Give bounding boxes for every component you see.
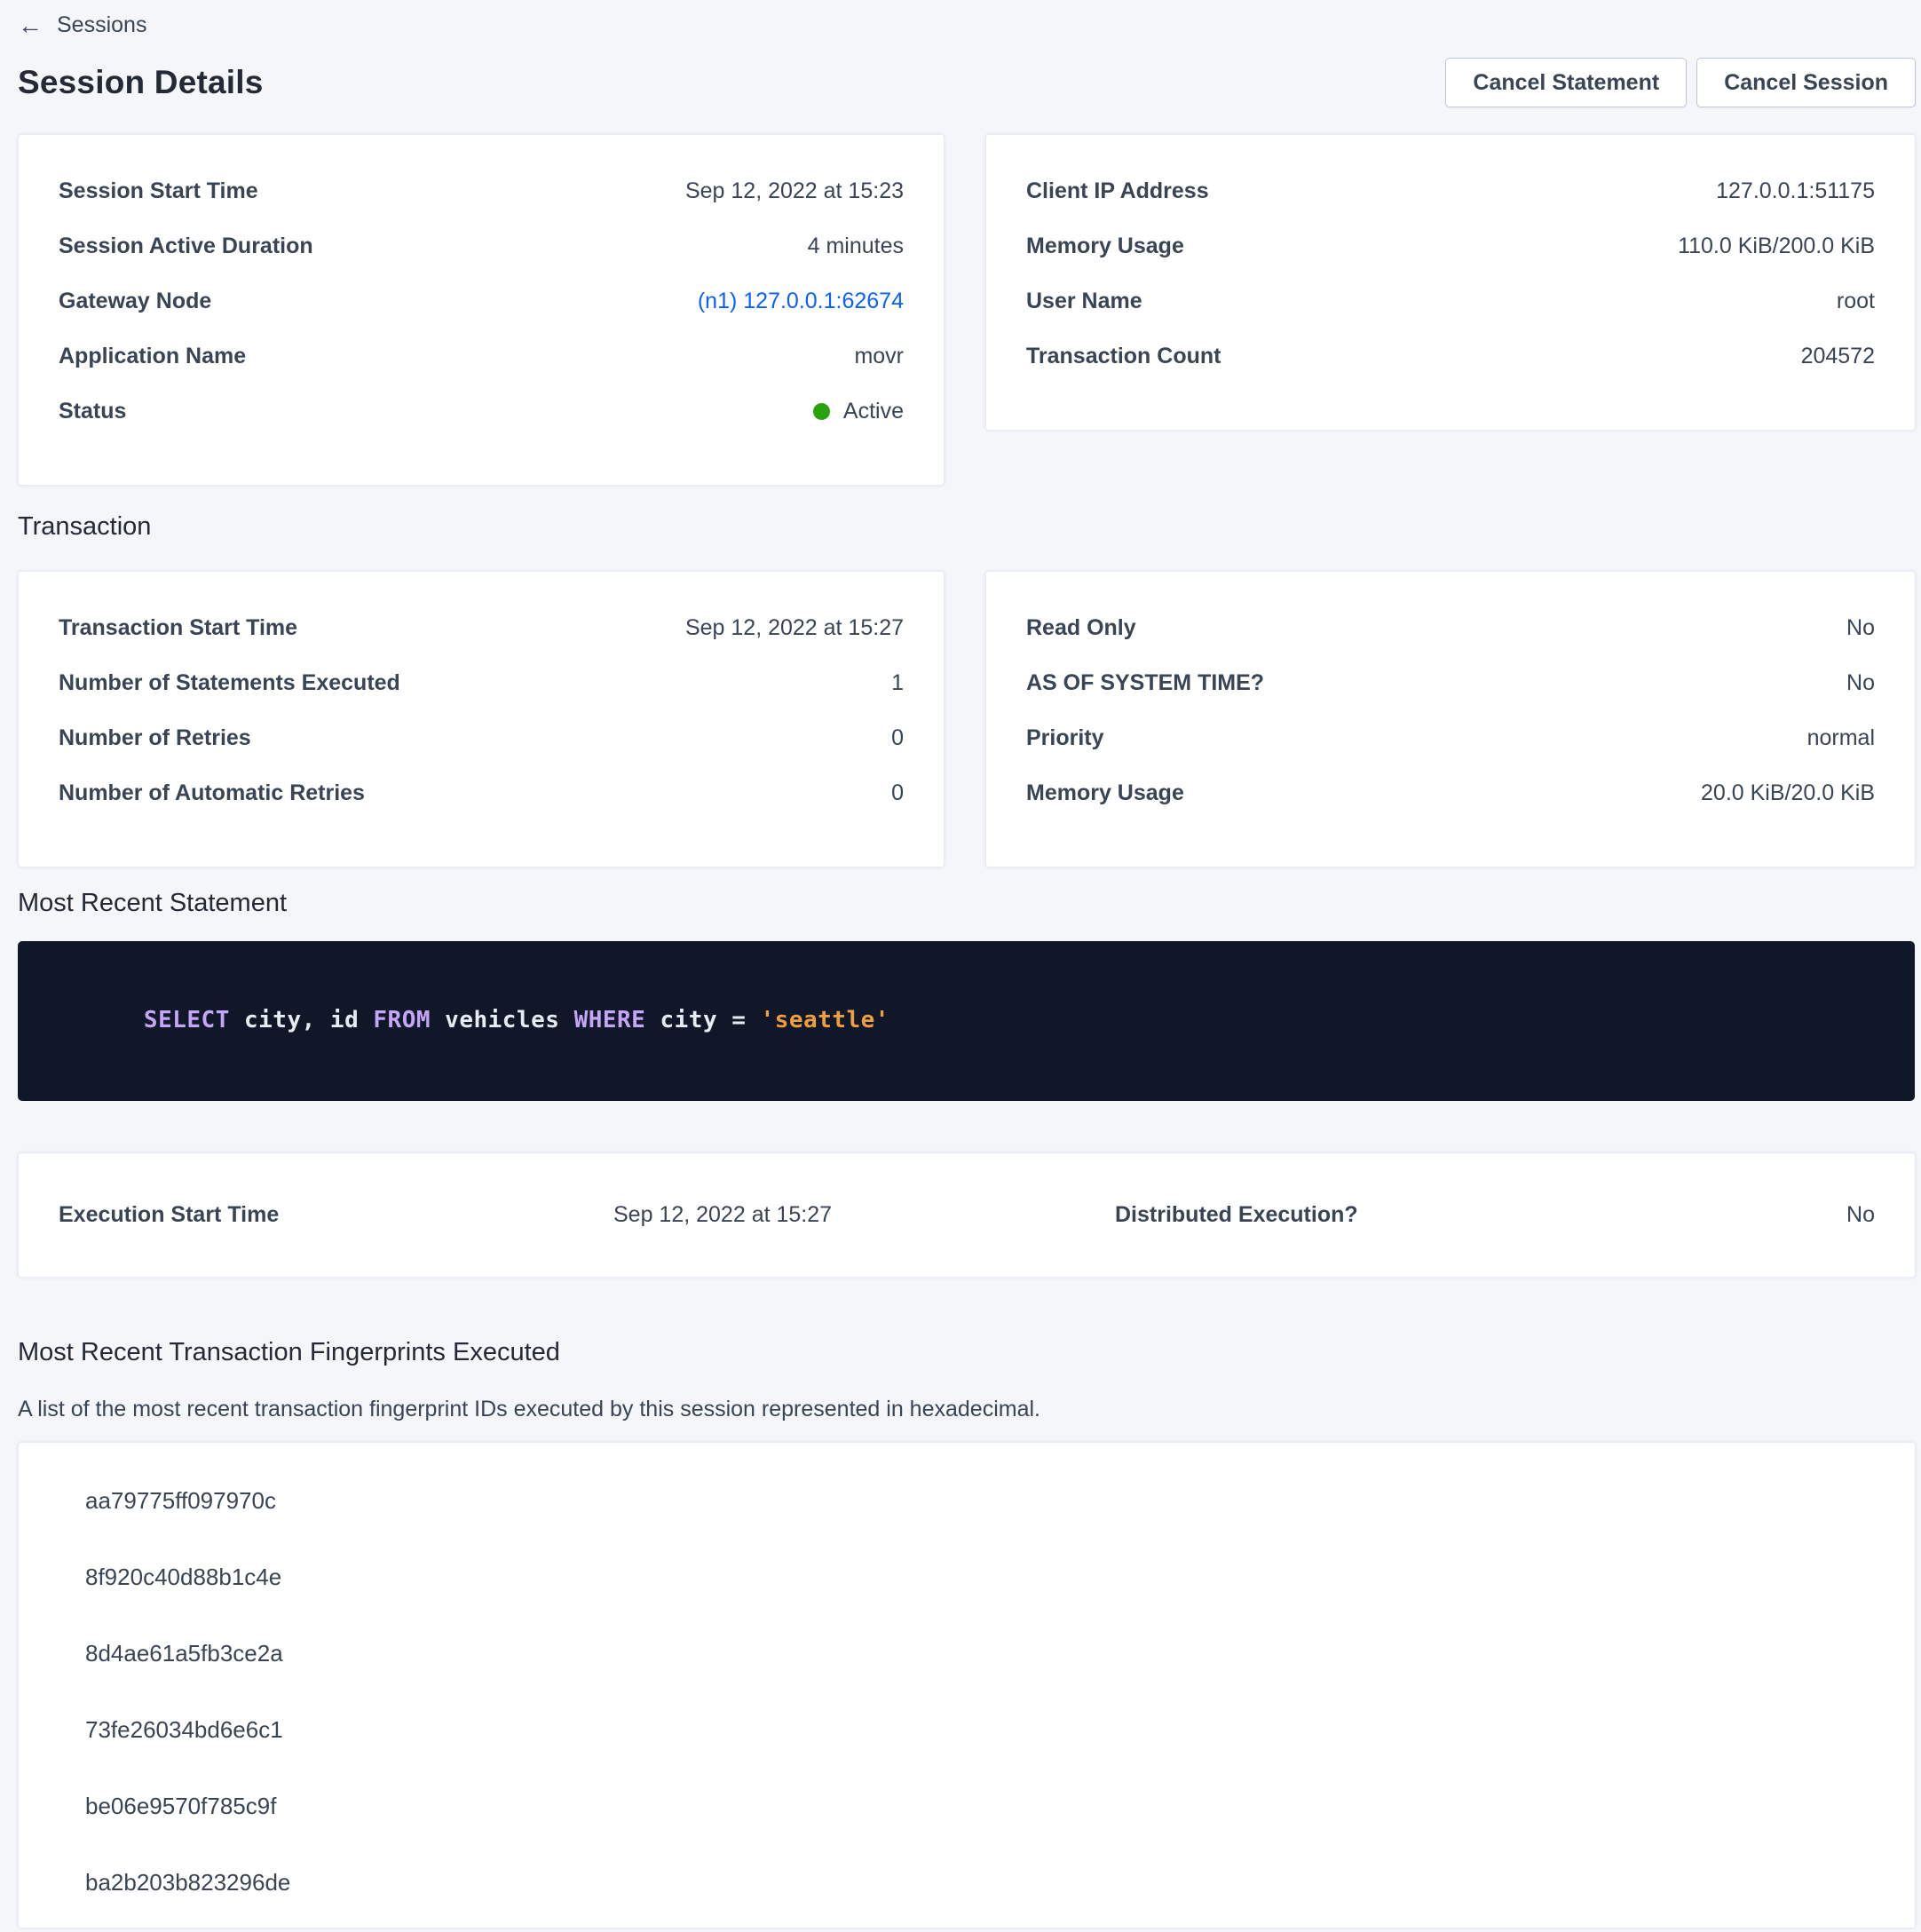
priority-label: Priority xyxy=(1026,725,1104,751)
sql-string-literal: 'seattle' xyxy=(761,1007,889,1033)
application-name-label: Application Name xyxy=(59,344,246,369)
transaction-start-time-label: Transaction Start Time xyxy=(59,615,297,641)
as-of-system-time-row: AS OF SYSTEM TIME? No xyxy=(1026,655,1875,710)
application-name-row: Application Name movr xyxy=(59,329,904,384)
read-only-row: Read Only No xyxy=(1026,600,1875,655)
gateway-node-row: Gateway Node (n1) 127.0.0.1:62674 xyxy=(59,273,904,329)
session-info-card-left: Session Start Time Sep 12, 2022 at 15:23… xyxy=(18,134,945,486)
session-details-page: ← Sessions Session Details Cancel Statem… xyxy=(0,0,1921,1928)
automatic-retries-label: Number of Automatic Retries xyxy=(59,780,365,806)
priority-value: normal xyxy=(1807,725,1875,751)
status-value: Active xyxy=(843,399,904,424)
automatic-retries-value: 0 xyxy=(891,780,904,806)
session-start-time-value: Sep 12, 2022 at 15:23 xyxy=(685,178,904,204)
execution-card: Execution Start Time Sep 12, 2022 at 15:… xyxy=(18,1152,1916,1278)
statement-section-title: Most Recent Statement xyxy=(18,889,1916,918)
cancel-session-button[interactable]: Cancel Session xyxy=(1696,58,1916,107)
retries-label: Number of Retries xyxy=(59,725,251,751)
distributed-execution-label: Distributed Execution? xyxy=(1115,1202,1358,1228)
client-ip-row: Client IP Address 127.0.0.1:51175 xyxy=(1026,163,1875,218)
retries-row: Number of Retries 0 xyxy=(59,710,904,765)
statements-executed-label: Number of Statements Executed xyxy=(59,670,400,696)
memory-usage-row: Memory Usage 110.0 KiB/200.0 KiB xyxy=(1026,218,1875,273)
transaction-section-title: Transaction xyxy=(18,512,1916,542)
transaction-count-label: Transaction Count xyxy=(1026,344,1221,369)
txn-memory-usage-row: Memory Usage 20.0 KiB/20.0 KiB xyxy=(1026,765,1875,820)
transaction-section: Transaction Start Time Sep 12, 2022 at 1… xyxy=(18,571,1916,867)
transaction-card-right: Read Only No AS OF SYSTEM TIME? No Prior… xyxy=(985,571,1916,867)
transaction-count-row: Transaction Count 204572 xyxy=(1026,329,1875,384)
execution-start-time-value: Sep 12, 2022 at 15:27 xyxy=(613,1202,1115,1228)
txn-memory-usage-label: Memory Usage xyxy=(1026,780,1184,806)
status-badge: Active xyxy=(813,399,904,424)
as-of-system-time-label: AS OF SYSTEM TIME? xyxy=(1026,670,1264,696)
sql-table: vehicles xyxy=(431,1007,574,1033)
action-buttons: Cancel Statement Cancel Session xyxy=(1445,58,1916,107)
fingerprints-description: A list of the most recent transaction fi… xyxy=(18,1397,1916,1422)
fingerprints-card: aa79775ff097970c 8f920c40d88b1c4e 8d4ae6… xyxy=(18,1442,1916,1928)
read-only-value: No xyxy=(1846,615,1875,641)
distributed-execution-value: No xyxy=(1358,1202,1875,1228)
fingerprint-item: ba2b203b823296de xyxy=(59,1844,1875,1920)
as-of-system-time-value: No xyxy=(1846,670,1875,696)
status-label: Status xyxy=(59,399,126,424)
retries-value: 0 xyxy=(891,725,904,751)
session-info-card-right: Client IP Address 127.0.0.1:51175 Memory… xyxy=(985,134,1916,431)
user-name-value: root xyxy=(1837,289,1875,314)
sql-keyword-where: WHERE xyxy=(574,1007,646,1033)
txn-memory-usage-value: 20.0 KiB/20.0 KiB xyxy=(1701,780,1875,806)
session-start-time-label: Session Start Time xyxy=(59,178,258,204)
sql-condition: city = xyxy=(645,1007,760,1033)
title-row: Session Details Cancel Statement Cancel … xyxy=(18,58,1916,107)
execution-start-time-label: Execution Start Time xyxy=(59,1202,613,1228)
gateway-node-link[interactable]: (n1) 127.0.0.1:62674 xyxy=(698,289,904,314)
automatic-retries-row: Number of Automatic Retries 0 xyxy=(59,765,904,820)
priority-row: Priority normal xyxy=(1026,710,1875,765)
sql-statement-box: SELECT city, id FROM vehicles WHERE city… xyxy=(18,941,1915,1101)
memory-usage-label: Memory Usage xyxy=(1026,234,1184,259)
transaction-start-time-value: Sep 12, 2022 at 15:27 xyxy=(685,615,904,641)
read-only-label: Read Only xyxy=(1026,615,1136,641)
sql-statement-text: SELECT city, id FROM vehicles WHERE city… xyxy=(58,980,1875,1060)
status-active-dot-icon xyxy=(813,403,830,420)
transaction-count-value: 204572 xyxy=(1801,344,1875,369)
fingerprint-item: be06e9570f785c9f xyxy=(59,1768,1875,1844)
sql-keyword-select: SELECT xyxy=(144,1007,230,1033)
client-ip-value: 127.0.0.1:51175 xyxy=(1716,178,1875,204)
cancel-statement-button[interactable]: Cancel Statement xyxy=(1445,58,1687,107)
transaction-card-left: Transaction Start Time Sep 12, 2022 at 1… xyxy=(18,571,945,867)
session-active-duration-value: 4 minutes xyxy=(808,234,904,259)
gateway-node-label: Gateway Node xyxy=(59,289,211,314)
session-info-section: Session Start Time Sep 12, 2022 at 15:23… xyxy=(18,134,1916,486)
transaction-start-time-row: Transaction Start Time Sep 12, 2022 at 1… xyxy=(59,600,904,655)
fingerprint-item: 8d4ae61a5fb3ce2a xyxy=(59,1615,1875,1691)
sql-columns: city, id xyxy=(230,1007,374,1033)
client-ip-label: Client IP Address xyxy=(1026,178,1209,204)
fingerprint-item: 8f920c40d88b1c4e xyxy=(59,1539,1875,1615)
back-to-sessions-link[interactable]: ← Sessions xyxy=(18,12,146,38)
session-active-duration-row: Session Active Duration 4 minutes xyxy=(59,218,904,273)
fingerprint-item: aa79775ff097970c xyxy=(59,1462,1875,1539)
user-name-row: User Name root xyxy=(1026,273,1875,329)
statements-executed-row: Number of Statements Executed 1 xyxy=(59,655,904,710)
back-arrow-icon: ← xyxy=(18,13,43,38)
status-row: Status Active xyxy=(59,384,904,439)
page-title: Session Details xyxy=(18,64,264,101)
breadcrumb-label: Sessions xyxy=(57,12,146,38)
fingerprints-section-title: Most Recent Transaction Fingerprints Exe… xyxy=(18,1338,1916,1367)
session-active-duration-label: Session Active Duration xyxy=(59,234,313,259)
memory-usage-value: 110.0 KiB/200.0 KiB xyxy=(1678,234,1875,259)
fingerprint-item: 73fe26034bd6e6c1 xyxy=(59,1691,1875,1768)
application-name-value: movr xyxy=(854,344,904,369)
user-name-label: User Name xyxy=(1026,289,1142,314)
sql-keyword-from: FROM xyxy=(373,1007,431,1033)
session-start-time-row: Session Start Time Sep 12, 2022 at 15:23 xyxy=(59,163,904,218)
statements-executed-value: 1 xyxy=(891,670,904,696)
